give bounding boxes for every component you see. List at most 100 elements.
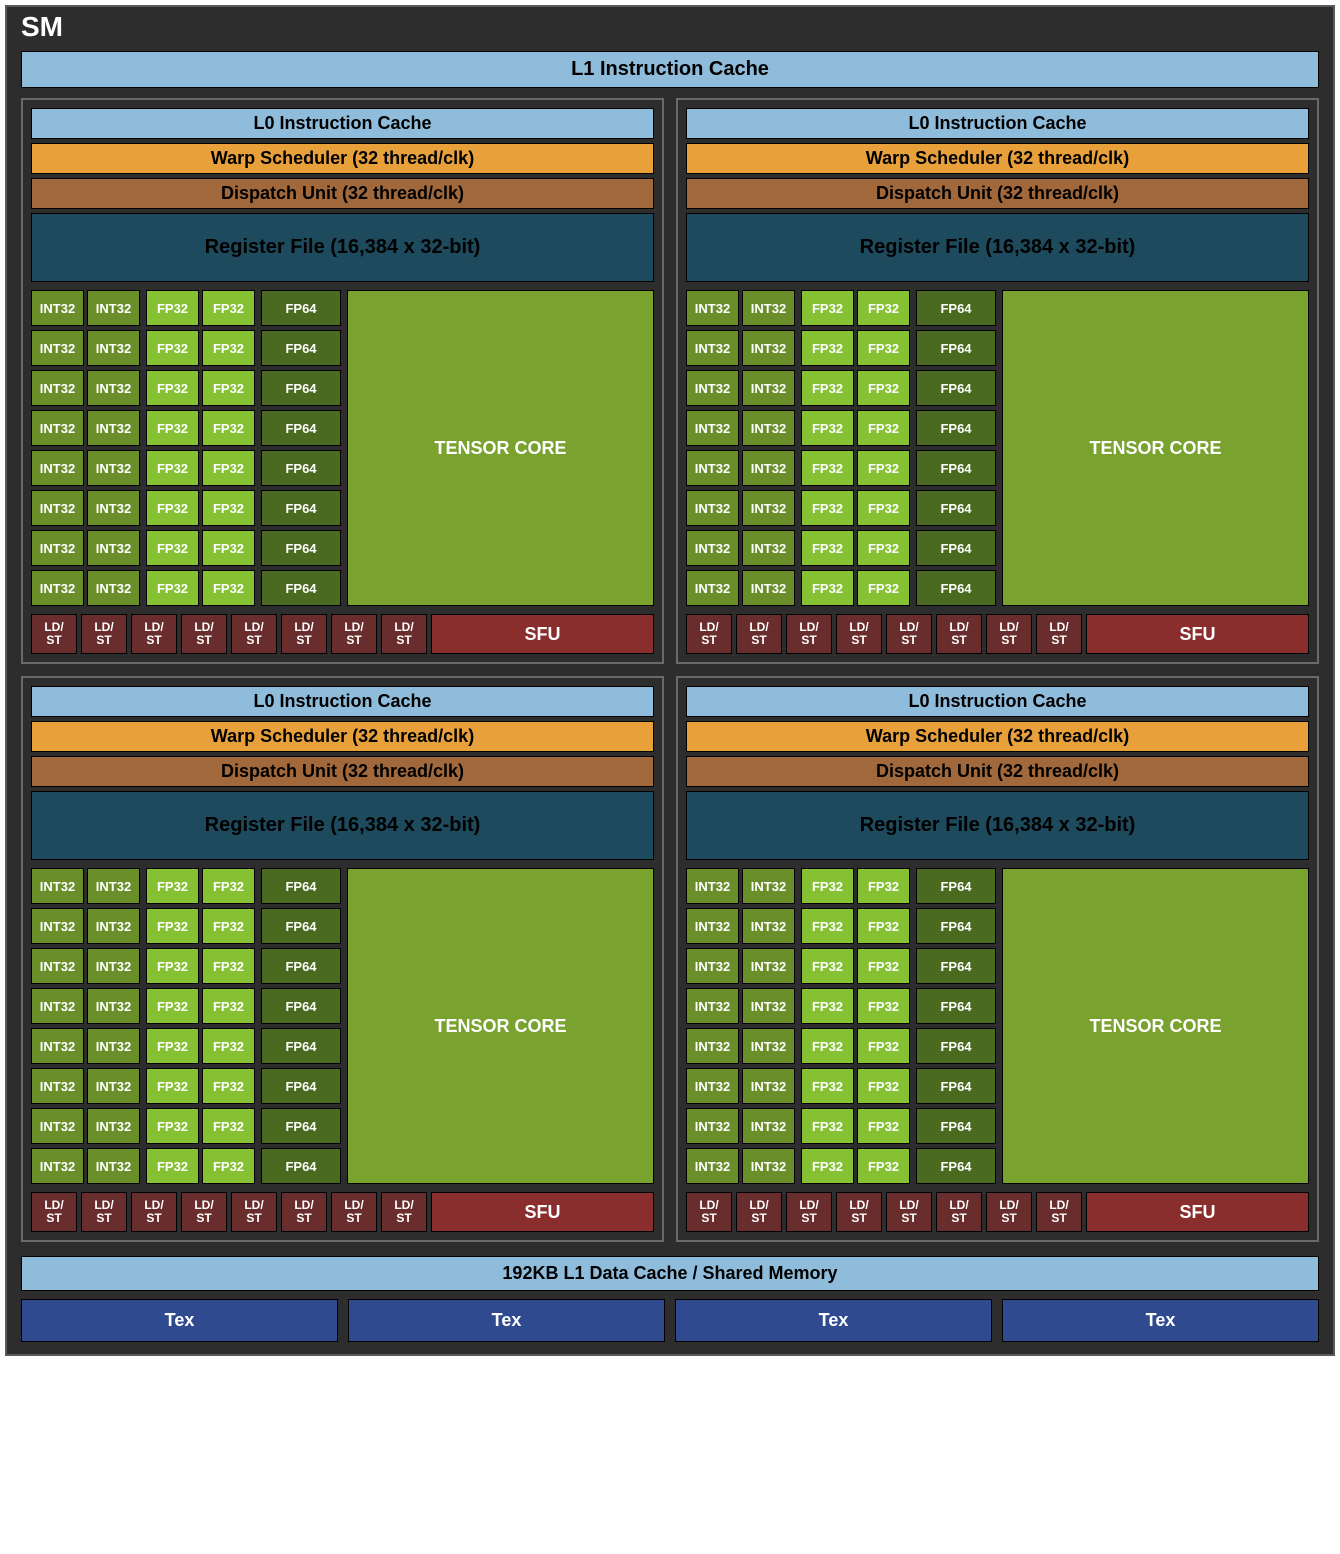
fp64-unit: FP64 [261,530,341,566]
l0-instruction-cache: L0 Instruction Cache [31,686,654,717]
int32-unit: INT32 [31,410,84,446]
execution-units: INT32INT32INT32INT32INT32INT32INT32INT32… [686,290,1309,606]
int32-unit: INT32 [31,1108,84,1144]
fp64-column: FP64FP64FP64FP64FP64FP64FP64FP64 [916,868,996,1184]
fp32-unit: FP32 [202,570,255,606]
fp32-unit: FP32 [801,370,854,406]
fp32-unit: FP32 [202,988,255,1024]
int32-unit: INT32 [87,370,140,406]
int32-unit: INT32 [742,450,795,486]
fp64-unit: FP64 [916,1068,996,1104]
fp64-unit: FP64 [916,908,996,944]
fp32-unit: FP32 [857,570,910,606]
register-file: Register File (16,384 x 32-bit) [686,213,1309,282]
tex-row: TexTexTexTex [7,1299,1333,1354]
ldst-unit: LD/ST [181,614,227,654]
int32-column: INT32INT32INT32INT32INT32INT32INT32INT32… [686,290,795,606]
fp32-unit: FP32 [202,1108,255,1144]
int32-unit: INT32 [686,908,739,944]
fp32-unit: FP32 [146,1068,199,1104]
int32-unit: INT32 [31,1028,84,1064]
fp32-unit: FP32 [857,490,910,526]
int32-unit: INT32 [686,988,739,1024]
fp32-column: FP32FP32FP32FP32FP32FP32FP32FP32FP32FP32… [801,290,910,606]
fp32-unit: FP32 [857,530,910,566]
fp32-unit: FP32 [146,330,199,366]
fp64-unit: FP64 [916,1108,996,1144]
ldst-unit: LD/ST [181,1192,227,1232]
fp32-unit: FP32 [202,1068,255,1104]
int32-unit: INT32 [31,948,84,984]
fp64-unit: FP64 [916,410,996,446]
int32-unit: INT32 [742,570,795,606]
fp32-unit: FP32 [202,290,255,326]
ldst-unit: LD/ST [331,614,377,654]
execution-units: INT32INT32INT32INT32INT32INT32INT32INT32… [31,290,654,606]
int32-unit: INT32 [742,290,795,326]
fp32-unit: FP32 [202,530,255,566]
int32-unit: INT32 [742,948,795,984]
int32-unit: INT32 [686,490,739,526]
l0-instruction-cache: L0 Instruction Cache [31,108,654,139]
ldst-unit: LD/ST [231,1192,277,1232]
tex-unit: Tex [21,1299,338,1342]
fp32-unit: FP32 [801,570,854,606]
register-file: Register File (16,384 x 32-bit) [686,791,1309,860]
l1-instruction-cache: L1 Instruction Cache [21,51,1319,88]
fp64-unit: FP64 [916,290,996,326]
int32-unit: INT32 [87,410,140,446]
ldst-unit: LD/ST [1036,1192,1082,1232]
fp32-unit: FP32 [801,490,854,526]
int32-unit: INT32 [686,1108,739,1144]
ldst-unit: LD/ST [131,614,177,654]
int32-unit: INT32 [87,290,140,326]
tex-unit: Tex [675,1299,992,1342]
fp64-unit: FP64 [916,868,996,904]
fp32-column: FP32FP32FP32FP32FP32FP32FP32FP32FP32FP32… [801,868,910,1184]
warp-scheduler: Warp Scheduler (32 thread/clk) [31,721,654,752]
sfu-unit: SFU [431,1192,654,1232]
int32-unit: INT32 [31,1148,84,1184]
int32-unit: INT32 [742,1148,795,1184]
fp32-unit: FP32 [857,450,910,486]
int32-unit: INT32 [31,1068,84,1104]
ldst-unit: LD/ST [886,614,932,654]
int32-unit: INT32 [87,948,140,984]
int32-unit: INT32 [87,1108,140,1144]
fp32-unit: FP32 [801,1148,854,1184]
fp64-unit: FP64 [261,908,341,944]
fp32-unit: FP32 [857,1028,910,1064]
fp64-unit: FP64 [916,490,996,526]
ldst-unit: LD/ST [986,1192,1032,1232]
int32-unit: INT32 [686,530,739,566]
fp64-unit: FP64 [261,1068,341,1104]
fp64-unit: FP64 [261,410,341,446]
ldst-unit: LD/ST [686,614,732,654]
fp32-unit: FP32 [857,1108,910,1144]
fp32-unit: FP32 [202,330,255,366]
fp32-unit: FP32 [146,530,199,566]
fp64-column: FP64FP64FP64FP64FP64FP64FP64FP64 [261,290,341,606]
fp64-unit: FP64 [916,988,996,1024]
fp32-unit: FP32 [146,908,199,944]
int32-unit: INT32 [31,330,84,366]
fp32-unit: FP32 [801,330,854,366]
fp32-unit: FP32 [202,908,255,944]
ldst-unit: LD/ST [836,1192,882,1232]
fp32-unit: FP32 [202,410,255,446]
int32-unit: INT32 [742,370,795,406]
fp32-unit: FP32 [202,1148,255,1184]
fp64-unit: FP64 [916,1148,996,1184]
fp32-unit: FP32 [857,948,910,984]
int32-unit: INT32 [87,570,140,606]
fp32-unit: FP32 [202,370,255,406]
int32-unit: INT32 [742,410,795,446]
fp64-unit: FP64 [916,370,996,406]
fp32-unit: FP32 [146,410,199,446]
sm-container: SM L1 Instruction Cache L0 Instruction C… [5,5,1335,1356]
ldst-unit: LD/ST [986,614,1032,654]
ldst-unit: LD/ST [1036,614,1082,654]
fp32-unit: FP32 [801,868,854,904]
ldst-unit: LD/ST [736,614,782,654]
int32-unit: INT32 [742,908,795,944]
